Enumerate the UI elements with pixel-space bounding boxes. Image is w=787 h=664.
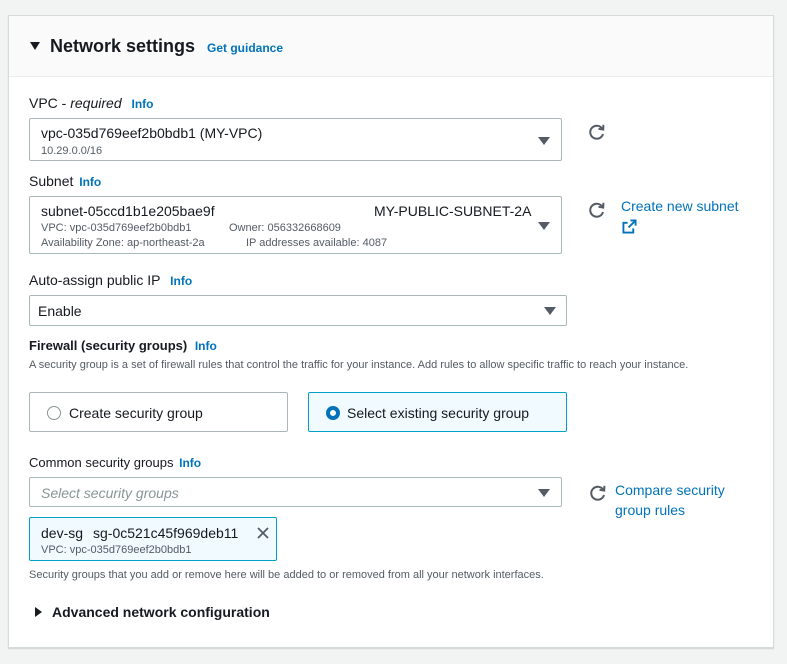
chevron-down-icon bbox=[538, 137, 550, 145]
refresh-subnet-icon[interactable] bbox=[587, 200, 607, 220]
public-ip-label: Auto-assign public IP Info bbox=[29, 272, 192, 288]
subnet-label: Subnet Info bbox=[29, 173, 101, 189]
vpc-label-text: VPC - bbox=[29, 95, 71, 111]
vpc-select[interactable]: vpc-035d769eef2b0bdb1 (MY-VPC) 10.29.0.0… bbox=[29, 118, 562, 161]
create-security-group-option[interactable]: Create security group bbox=[29, 392, 288, 432]
subnet-info-link[interactable]: Info bbox=[79, 175, 101, 189]
external-link-icon[interactable] bbox=[622, 219, 637, 234]
firewall-description: A security group is a set of firewall ru… bbox=[29, 359, 689, 371]
subnet-id: subnet-05ccd1b1e205bae9f bbox=[41, 203, 215, 219]
common-sg-label: Common security groups Info bbox=[29, 455, 201, 470]
vpc-required-text: required bbox=[70, 95, 122, 111]
vpc-cidr: 10.29.0.0/16 bbox=[41, 145, 103, 157]
public-ip-select[interactable]: Enable bbox=[29, 295, 567, 326]
common-sg-label-text: Common security groups bbox=[29, 455, 174, 470]
expand-caret-icon[interactable] bbox=[35, 607, 42, 617]
subnet-select[interactable]: subnet-05ccd1b1e205bae9f MY-PUBLIC-SUBNE… bbox=[29, 196, 562, 254]
create-new-subnet-link[interactable]: Create new subnet bbox=[621, 198, 739, 214]
firewall-info-link[interactable]: Info bbox=[195, 339, 217, 353]
panel-header[interactable]: Network settings Get guidance bbox=[9, 16, 773, 77]
compare-link-line-2[interactable]: group rules bbox=[615, 500, 725, 520]
chevron-down-icon bbox=[538, 222, 550, 230]
public-ip-label-text: Auto-assign public IP bbox=[29, 272, 161, 288]
remove-token-close-icon[interactable] bbox=[257, 527, 269, 539]
subnet-ips: IP addresses available: 4087 bbox=[246, 237, 388, 249]
token-vpc: VPC: vpc-035d769eef2b0bdb1 bbox=[41, 544, 192, 556]
subnet-name: MY-PUBLIC-SUBNET-2A bbox=[374, 203, 532, 219]
security-groups-note: Security groups that you add or remove h… bbox=[29, 569, 544, 581]
get-guidance-link[interactable]: Get guidance bbox=[207, 41, 283, 55]
vpc-info-link[interactable]: Info bbox=[132, 97, 154, 111]
panel-title: Network settings bbox=[50, 36, 196, 56]
create-security-group-radio[interactable] bbox=[47, 406, 61, 420]
chevron-down-icon bbox=[544, 307, 556, 315]
select-existing-security-group-radio[interactable] bbox=[326, 406, 340, 420]
compare-link-line-1[interactable]: Compare security bbox=[615, 480, 725, 500]
network-settings-panel: Network settings Get guidance VPC - requ… bbox=[8, 15, 774, 648]
token-name: dev-sg bbox=[41, 525, 84, 541]
subnet-label-text: Subnet bbox=[29, 173, 74, 189]
security-groups-placeholder: Select security groups bbox=[41, 485, 179, 501]
vpc-label: VPC - required Info bbox=[29, 95, 154, 111]
firewall-label-text: Firewall (security groups) bbox=[29, 338, 188, 353]
chevron-down-icon bbox=[538, 489, 550, 497]
refresh-vpc-icon[interactable] bbox=[587, 122, 607, 142]
subnet-owner: Owner: 056332668609 bbox=[229, 222, 341, 234]
select-existing-security-group-label: Select existing security group bbox=[347, 405, 530, 421]
firewall-label: Firewall (security groups) Info bbox=[29, 338, 217, 353]
create-security-group-label: Create security group bbox=[69, 405, 203, 421]
security-groups-select[interactable]: Select security groups bbox=[29, 477, 562, 507]
public-ip-value: Enable bbox=[38, 303, 82, 319]
security-group-token: dev-sg sg-0c521c45f969deb11 VPC: vpc-035… bbox=[29, 517, 277, 561]
token-id: sg-0c521c45f969deb11 bbox=[93, 525, 239, 541]
select-existing-security-group-option[interactable]: Select existing security group bbox=[308, 392, 567, 432]
common-sg-info-link[interactable]: Info bbox=[179, 456, 201, 470]
vpc-value: vpc-035d769eef2b0bdb1 (MY-VPC) bbox=[41, 125, 263, 141]
subnet-az: Availability Zone: ap-northeast-2a bbox=[41, 237, 205, 249]
refresh-security-groups-icon[interactable] bbox=[588, 483, 608, 503]
compare-security-group-rules-link[interactable]: Compare security group rules bbox=[615, 480, 725, 520]
advanced-network-configuration-toggle[interactable]: Advanced network configuration bbox=[52, 604, 270, 620]
collapse-caret-icon[interactable] bbox=[30, 42, 40, 50]
public-ip-info-link[interactable]: Info bbox=[170, 274, 192, 288]
subnet-vpc: VPC: vpc-035d769eef2b0bdb1 bbox=[41, 222, 192, 234]
